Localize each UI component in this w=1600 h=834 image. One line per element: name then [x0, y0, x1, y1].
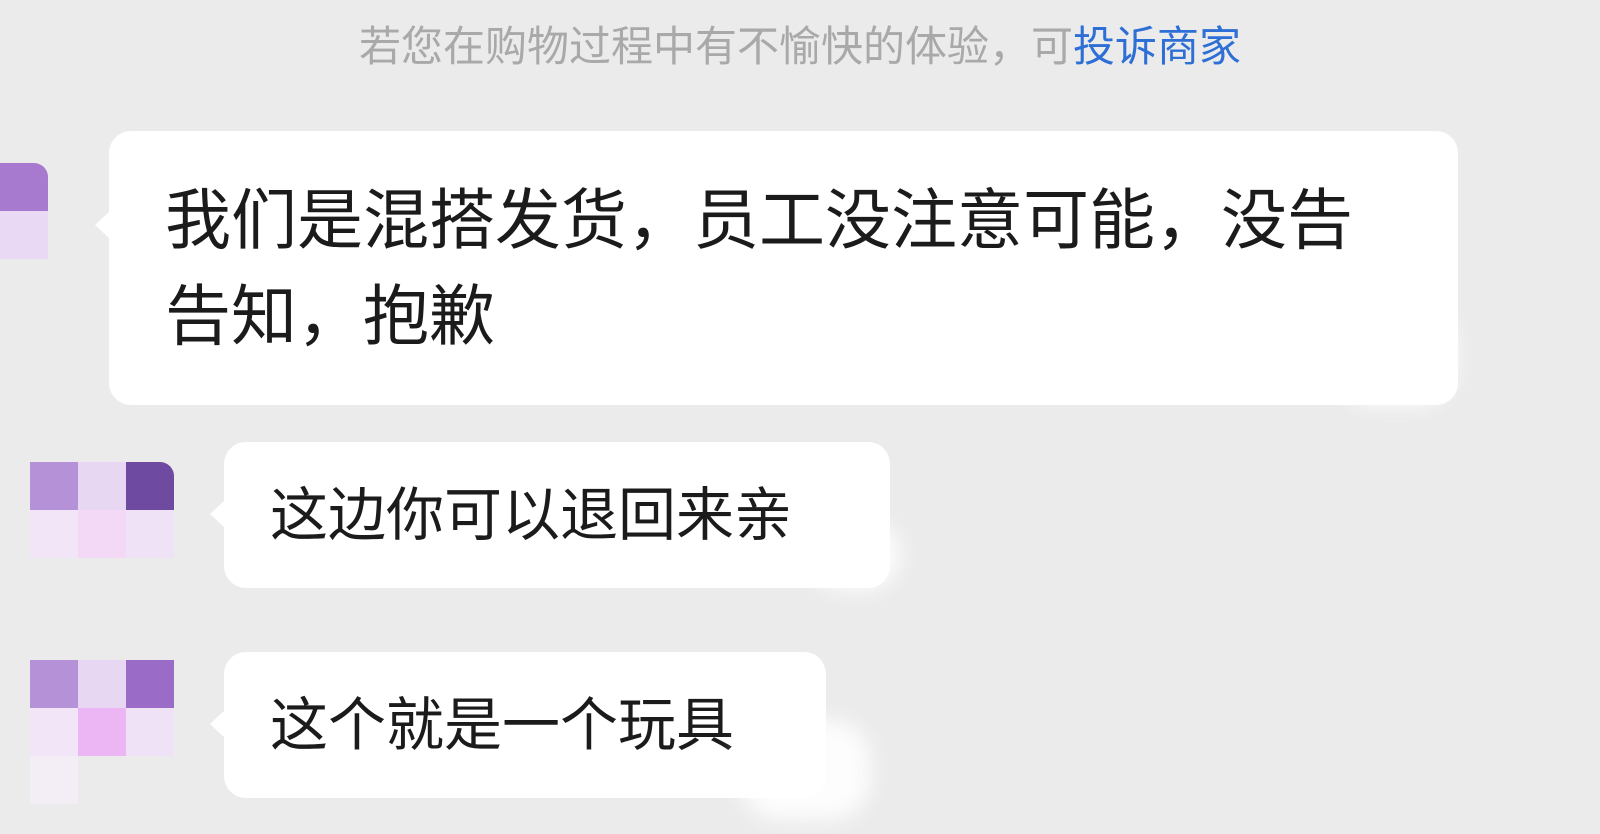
notice-text: 若您在购物过程中有不愉快的体验，可	[358, 22, 1073, 71]
complain-merchant-link[interactable]: 投诉商家	[1073, 22, 1241, 71]
blurred-overlay	[740, 720, 870, 820]
merchant-avatar[interactable]	[30, 660, 174, 804]
complaint-notice: 若您在购物过程中有不愉快的体验，可投诉商家	[0, 12, 1600, 82]
blurred-overlay	[1335, 305, 1455, 405]
message-text: 我们是混搭发货，员工没注意可能，没告告知，抱歉	[165, 182, 1353, 355]
message-bubble: 这边你可以退回来亲	[210, 442, 890, 588]
message-text: 这个就是一个玩具	[270, 691, 735, 759]
message-bubble: 我们是混搭发货，员工没注意可能，没告告知，抱歉	[95, 131, 1458, 405]
message-bubble: 这个就是一个玩具	[210, 652, 826, 798]
blurred-overlay	[810, 520, 900, 590]
merchant-avatar[interactable]	[30, 462, 174, 606]
message-text: 这边你可以退回来亲	[270, 481, 793, 549]
merchant-avatar[interactable]	[0, 163, 48, 307]
